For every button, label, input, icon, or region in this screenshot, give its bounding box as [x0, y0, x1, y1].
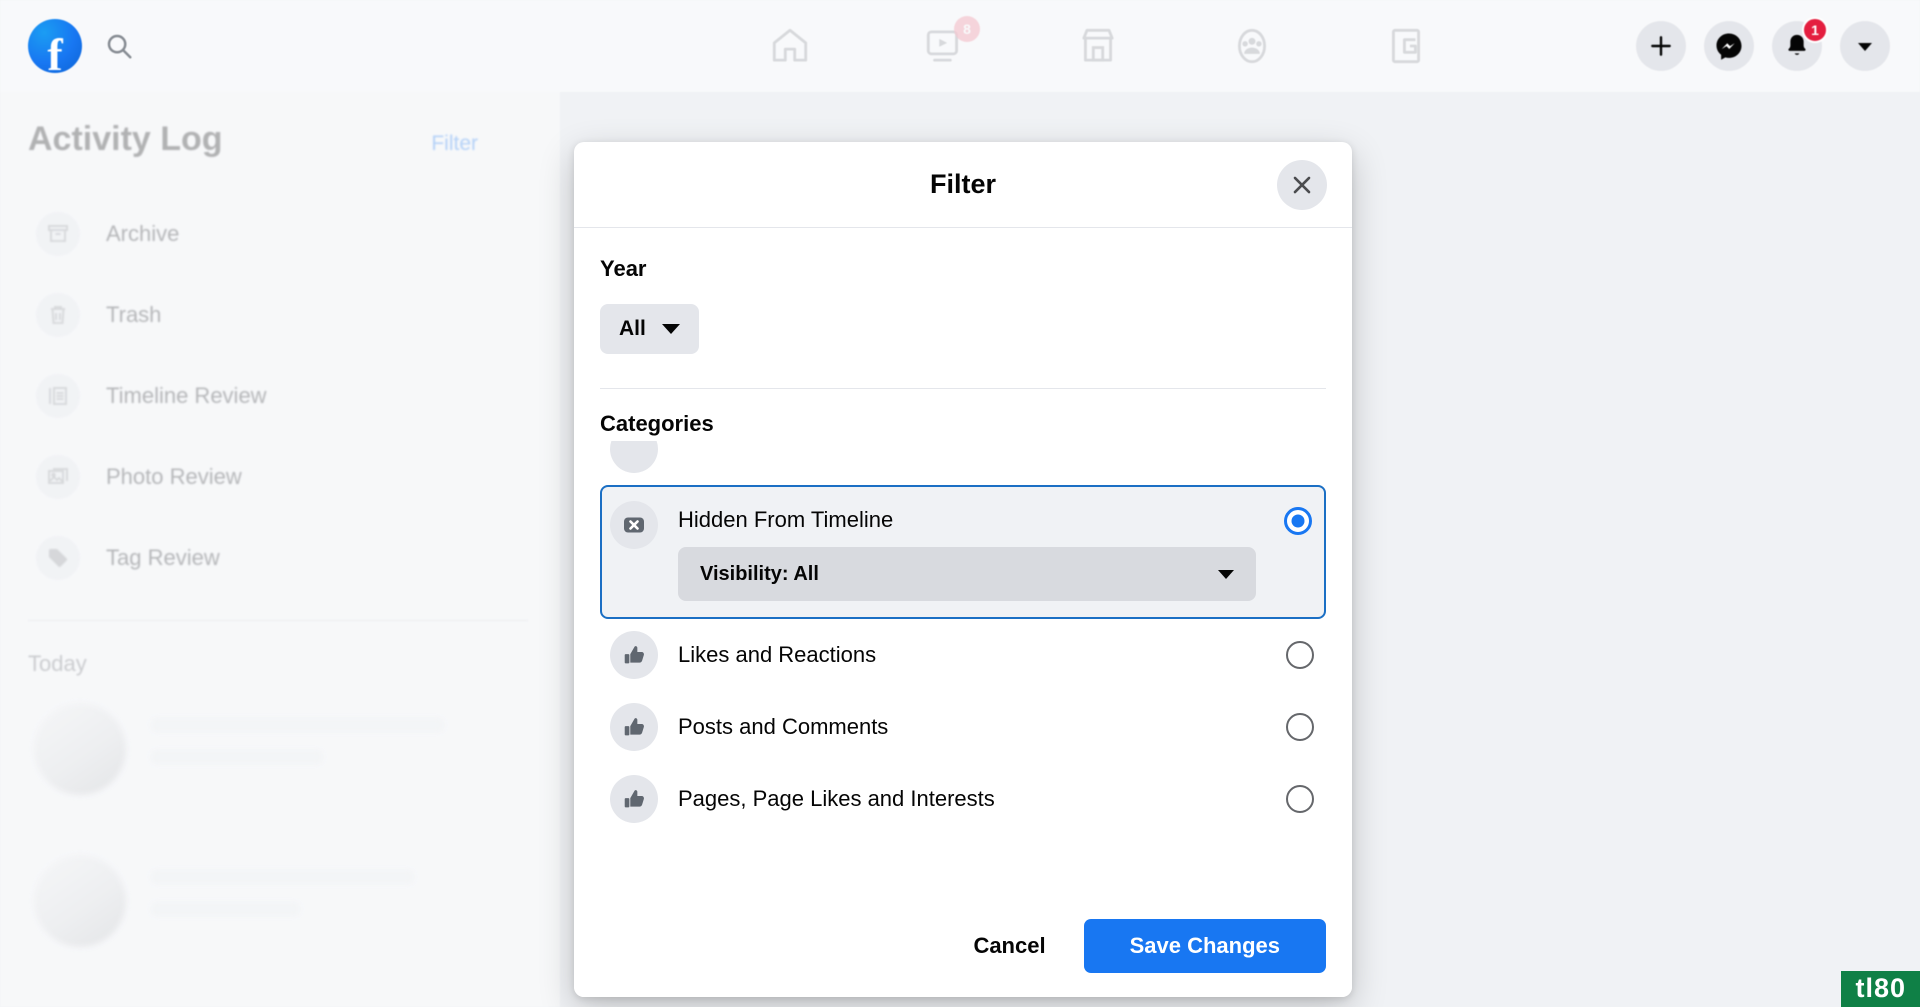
sidebar-filter-link[interactable]: Filter [431, 132, 478, 156]
watermark: tl80 [1841, 971, 1920, 1007]
sidebar-item-label: Tag Review [106, 544, 220, 570]
trash-icon [36, 292, 80, 337]
sidebar-item-label: Photo Review [106, 463, 242, 489]
visibility-dropdown[interactable]: Visibility: All [678, 547, 1256, 601]
sidebar-item-label: Timeline Review [106, 382, 267, 408]
dialog-body: Year All Categories Hidden From Timeline… [574, 228, 1352, 895]
category-radio[interactable] [1286, 641, 1314, 669]
photo-review-icon [36, 454, 80, 499]
category-main: Likes and Reactions [678, 642, 1258, 668]
feed-line [150, 717, 445, 733]
timeline-review-icon [36, 373, 80, 418]
category-radio-selected[interactable] [1284, 507, 1312, 535]
create-button[interactable] [1636, 21, 1686, 71]
categories-scroll-area[interactable]: Hidden From Timeline Visibility: All Lik… [600, 441, 1326, 895]
video-icon[interactable]: 8 [922, 16, 980, 68]
filter-dialog: Filter Year All Categories Hidden From T… [574, 142, 1352, 997]
year-section-label: Year [600, 256, 647, 281]
feed-lines [150, 703, 528, 795]
archive-icon [36, 211, 80, 256]
cancel-button[interactable]: Cancel [951, 920, 1067, 972]
category-label: Pages, Page Likes and Interests [678, 786, 995, 811]
today-label: Today [28, 651, 87, 676]
thumbs-up-icon [610, 775, 658, 823]
sidebar-item-timeline-review[interactable]: Timeline Review [28, 355, 528, 436]
partial-icon [610, 441, 658, 473]
sidebar-item-tag-review[interactable]: Tag Review [28, 517, 528, 598]
home-icon[interactable] [768, 24, 812, 68]
chevron-down-icon [661, 324, 680, 334]
category-row-partial[interactable] [600, 441, 1326, 485]
marketplace-icon[interactable] [1076, 24, 1120, 68]
category-row-hidden-from-timeline[interactable]: Hidden From Timeline Visibility: All [600, 485, 1326, 619]
feed-line [150, 901, 302, 917]
hidden-x-icon [610, 501, 658, 549]
search-icon[interactable] [104, 31, 134, 61]
thumbs-up-icon [610, 703, 658, 751]
tag-review-icon [36, 535, 80, 580]
facebook-logo[interactable] [28, 19, 82, 78]
chevron-down-icon [1218, 569, 1234, 579]
category-label: Likes and Reactions [678, 642, 877, 667]
avatar [34, 703, 126, 795]
topbar-actions: 1 [1636, 17, 1920, 71]
category-radio[interactable] [1286, 785, 1314, 813]
feed-line [150, 749, 324, 765]
categories-list: Hidden From Timeline Visibility: All Lik… [600, 441, 1326, 835]
sidebar-item-trash[interactable]: Trash [28, 274, 528, 355]
dialog-title: Filter [929, 169, 996, 199]
app-root: 8 [0, 0, 1920, 1007]
category-main: Hidden From Timeline Visibility: All [678, 501, 1256, 601]
sidebar-item-archive[interactable]: Archive [28, 193, 528, 274]
visibility-dropdown-value: Visibility: All [700, 562, 819, 585]
feed-item [28, 703, 528, 795]
sidebar-divider [28, 620, 528, 621]
topbar-nav: 8 [560, 16, 1636, 68]
account-chevron-down-icon[interactable] [1840, 21, 1890, 71]
category-row-likes-and-reactions[interactable]: Likes and Reactions [600, 619, 1326, 691]
year-dropdown[interactable]: All [600, 304, 699, 354]
category-main: Posts and Comments [678, 714, 1258, 740]
sidebar: Activity Log Filter Archive Trash Timeli… [0, 92, 560, 1007]
thumbs-up-icon [610, 631, 658, 679]
avatar [34, 855, 126, 947]
topbar: 8 [0, 0, 1920, 92]
save-changes-button[interactable]: Save Changes [1083, 919, 1326, 973]
topbar-left [0, 19, 560, 78]
close-icon[interactable] [1277, 159, 1327, 210]
category-row-posts-and-comments[interactable]: Posts and Comments [600, 691, 1326, 763]
year-dropdown-value: All [619, 317, 646, 340]
section-divider [600, 388, 1326, 389]
messenger-icon[interactable] [1704, 21, 1754, 71]
category-radio[interactable] [1286, 713, 1314, 741]
category-label: Hidden From Timeline [678, 507, 894, 532]
groups-icon[interactable] [1230, 24, 1274, 68]
video-badge: 8 [954, 16, 980, 42]
dialog-header: Filter [574, 142, 1352, 228]
feed-lines [150, 855, 528, 947]
page-title: Activity Log [28, 120, 223, 158]
year-row: All [600, 304, 1326, 354]
sidebar-items: Archive Trash Timeline Review Photo Revi… [28, 193, 528, 598]
sidebar-header: Activity Log Filter [28, 120, 528, 159]
dialog-footer: Cancel Save Changes [574, 895, 1352, 997]
notifications-badge: 1 [1802, 17, 1828, 43]
feed-line [150, 869, 415, 885]
category-main: Pages, Page Likes and Interests [678, 786, 1258, 812]
sidebar-item-label: Trash [106, 301, 162, 327]
notifications-button[interactable]: 1 [1772, 17, 1828, 71]
sidebar-item-photo-review[interactable]: Photo Review [28, 436, 528, 517]
categories-section-label: Categories [600, 411, 714, 436]
gaming-icon[interactable] [1384, 24, 1428, 68]
category-label: Posts and Comments [678, 714, 889, 739]
category-row-pages-page-likes-and-interests[interactable]: Pages, Page Likes and Interests [600, 763, 1326, 835]
feed-item [28, 855, 528, 947]
sidebar-item-label: Archive [106, 220, 180, 246]
